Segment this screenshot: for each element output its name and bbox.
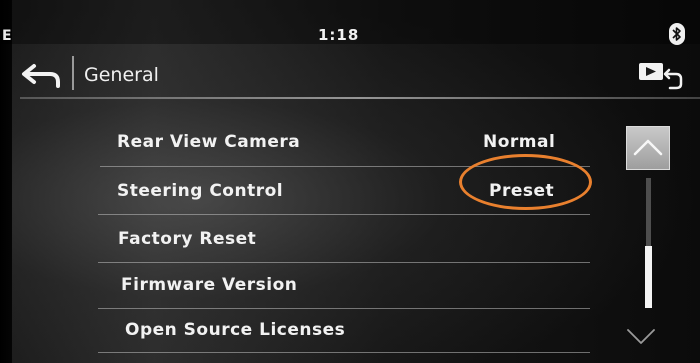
source-return-icon — [639, 63, 683, 90]
list-item-label: Open Source Licenses — [125, 320, 346, 340]
list-item-value: Normal — [483, 132, 556, 152]
list-item-factory-reset[interactable]: Factory Reset — [0, 214, 600, 260]
page-title: General — [84, 64, 159, 86]
scroll-up-button[interactable] — [626, 126, 670, 170]
list-item-label: Firmware Version — [121, 275, 298, 295]
bluetooth-icon — [669, 23, 685, 45]
status-bar: E 1:18 — [0, 0, 700, 45]
highlight-ring — [459, 154, 592, 210]
header-divider — [72, 56, 74, 90]
back-button[interactable] — [14, 58, 68, 92]
list-item-label: Rear View Camera — [117, 132, 301, 152]
list-item-firmware-version[interactable]: Firmware Version — [0, 262, 600, 308]
source-return-button[interactable] — [636, 60, 686, 92]
scrollbar-thumb[interactable] — [645, 246, 652, 308]
scroll-down-button[interactable] — [620, 318, 664, 358]
chevron-down-icon — [627, 329, 655, 344]
head-unit-screen: E 1:18 General Rear View Camera Normal S… — [0, 0, 700, 363]
clock: 1:18 — [318, 26, 360, 44]
list-item-label: Steering Control — [117, 181, 284, 201]
status-indicator: E — [2, 28, 12, 44]
back-arrow-icon — [22, 64, 60, 88]
row-divider — [98, 352, 590, 353]
chevron-up-icon — [633, 139, 663, 156]
header-separator — [20, 97, 700, 99]
list-item-open-source-licenses[interactable]: Open Source Licenses — [0, 308, 600, 354]
list-item-label: Factory Reset — [118, 229, 257, 249]
